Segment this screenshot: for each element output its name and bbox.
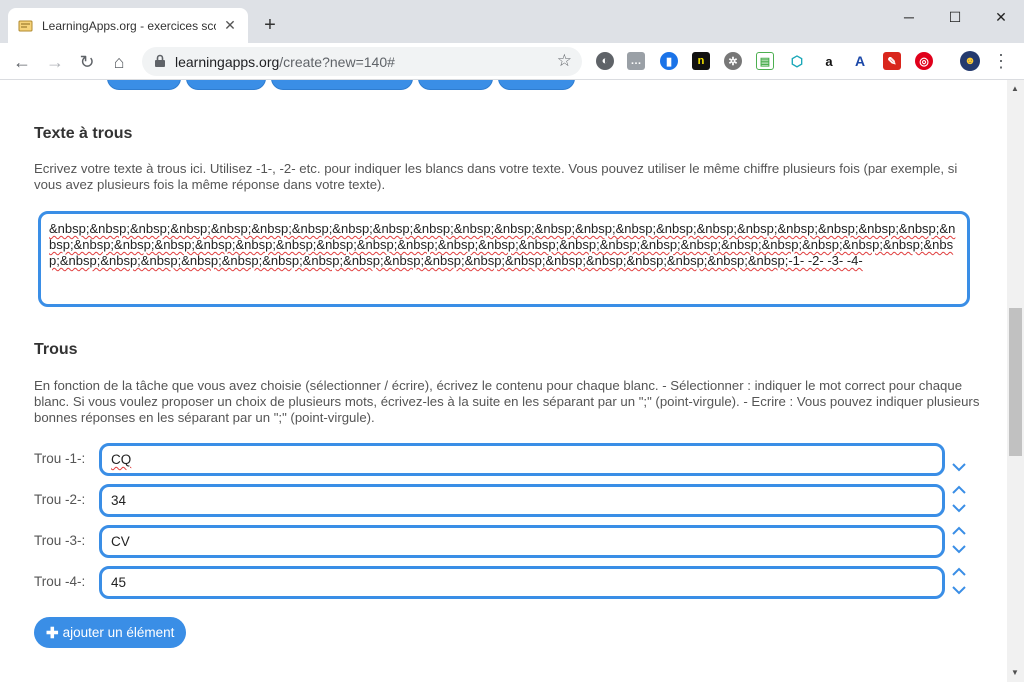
extension-bookmark-icon[interactable]: ▮ bbox=[660, 52, 678, 70]
move-down-chevron-icon[interactable] bbox=[951, 502, 967, 514]
back-arrow-icon[interactable]: ← bbox=[9, 49, 35, 75]
learningapps-favicon-icon bbox=[18, 18, 34, 34]
browser-menu-icon[interactable]: ⋮ bbox=[992, 51, 1010, 73]
new-tab-button[interactable]: + bbox=[258, 13, 282, 37]
trou-row: Trou -1-: CQ bbox=[0, 443, 1000, 477]
trou-input-2[interactable]: 34 bbox=[99, 484, 945, 517]
trou-input-4[interactable]: 45 bbox=[99, 566, 945, 599]
scroll-up-arrow-icon[interactable]: ▲ bbox=[1011, 84, 1019, 93]
close-window-button[interactable]: ✕ bbox=[978, 4, 1024, 30]
extension-n-icon[interactable]: n bbox=[692, 52, 710, 70]
extension-lightbulb-icon[interactable]: ◐ bbox=[596, 52, 614, 70]
move-down-chevron-icon[interactable] bbox=[951, 461, 967, 473]
bookmark-star-icon[interactable]: ☆ bbox=[557, 51, 572, 71]
lock-icon bbox=[154, 54, 166, 68]
trou-input-3[interactable]: CV bbox=[99, 525, 945, 558]
trous-section-description: En fonction de la tâche que vous avez ch… bbox=[34, 378, 980, 425]
tab-title: LearningApps.org - exercices sco bbox=[42, 18, 216, 33]
move-down-chevron-icon[interactable] bbox=[951, 543, 967, 555]
cloze-text-input[interactable]: &nbsp;&nbsp;&nbsp;&nbsp;&nbsp;&nbsp;&nbs… bbox=[38, 211, 970, 307]
browser-tab-active[interactable]: LearningApps.org - exercices sco ✕ bbox=[8, 8, 248, 43]
cloze-text-value: &nbsp;&nbsp;&nbsp;&nbsp;&nbsp;&nbsp;&nbs… bbox=[49, 221, 956, 268]
extension-hex-icon[interactable]: ⬡ bbox=[788, 52, 806, 70]
plus-icon: ✚ bbox=[46, 624, 59, 642]
trou-label: Trou -2-: bbox=[34, 492, 86, 507]
trou-value: CV bbox=[111, 534, 130, 549]
reload-icon[interactable]: ↻ bbox=[74, 49, 100, 75]
extension-chat-icon[interactable]: … bbox=[627, 52, 645, 70]
tab-close-icon[interactable]: ✕ bbox=[222, 17, 238, 34]
toolbar-button-1[interactable] bbox=[107, 80, 181, 90]
browser-toolbar: ← → ↻ ⌂ learningapps.org/create?new=140#… bbox=[0, 43, 1024, 80]
trou-label: Trou -4-: bbox=[34, 574, 86, 589]
extension-doc-icon[interactable]: ▤ bbox=[756, 52, 774, 70]
trou-row: Trou -3-: CV bbox=[0, 525, 1000, 559]
minimize-button[interactable]: ─ bbox=[886, 4, 932, 30]
page-viewport: Texte à trous Ecrivez votre texte à trou… bbox=[0, 80, 1024, 682]
trou-row: Trou -4-: 45 bbox=[0, 566, 1000, 600]
add-element-button[interactable]: ✚ ajouter un élément bbox=[34, 617, 187, 648]
extension-amazon-icon[interactable]: a bbox=[820, 52, 838, 70]
extension-swirl-icon[interactable]: ◎ bbox=[915, 52, 933, 70]
url-path: /create?new=140# bbox=[279, 54, 395, 70]
top-toolbar-buttons bbox=[0, 80, 1000, 90]
address-bar[interactable]: learningapps.org/create?new=140# ☆ bbox=[142, 47, 582, 76]
extension-gear-icon[interactable]: ✲ bbox=[724, 52, 742, 70]
trou-value: 34 bbox=[111, 493, 127, 508]
page-scrollbar[interactable]: ▲ ▼ bbox=[1007, 80, 1024, 682]
maximize-button[interactable]: ☐ bbox=[932, 4, 978, 30]
trous-section-title: Trous bbox=[34, 341, 78, 358]
move-up-chevron-icon[interactable] bbox=[951, 484, 967, 496]
toolbar-button-5[interactable] bbox=[498, 80, 575, 90]
url-text: learningapps.org/create?new=140# bbox=[175, 54, 395, 70]
texte-section-title: Texte à trous bbox=[34, 125, 133, 142]
forward-arrow-icon[interactable]: → bbox=[42, 49, 68, 75]
trou-input-1[interactable]: CQ bbox=[99, 443, 945, 476]
trou-label: Trou -1-: bbox=[34, 451, 86, 466]
extension-translate-icon[interactable]: A bbox=[851, 52, 869, 70]
add-element-label: ajouter un élément bbox=[62, 625, 175, 640]
trou-value: 45 bbox=[111, 575, 127, 590]
extension-pdf-icon[interactable]: ✎ bbox=[883, 52, 901, 70]
profile-avatar[interactable]: ☻ bbox=[960, 51, 980, 71]
url-host: learningapps.org bbox=[175, 54, 280, 70]
trou-row: Trou -2-: 34 bbox=[0, 484, 1000, 518]
toolbar-button-4[interactable] bbox=[418, 80, 493, 90]
toolbar-button-3[interactable] bbox=[271, 80, 413, 90]
texte-section-description: Ecrivez votre texte à trous ici. Utilise… bbox=[34, 161, 958, 192]
toolbar-button-2[interactable] bbox=[186, 80, 266, 90]
move-down-chevron-icon[interactable] bbox=[951, 584, 967, 596]
scrollbar-thumb[interactable] bbox=[1009, 308, 1022, 456]
trou-value: CQ bbox=[111, 452, 132, 467]
move-up-chevron-icon[interactable] bbox=[951, 566, 967, 578]
move-up-chevron-icon[interactable] bbox=[951, 525, 967, 537]
scroll-down-arrow-icon[interactable]: ▼ bbox=[1011, 668, 1019, 677]
trou-label: Trou -3-: bbox=[34, 533, 86, 548]
tab-strip: LearningApps.org - exercices sco ✕ + ─ ☐… bbox=[0, 0, 1024, 43]
home-icon[interactable]: ⌂ bbox=[106, 49, 132, 75]
